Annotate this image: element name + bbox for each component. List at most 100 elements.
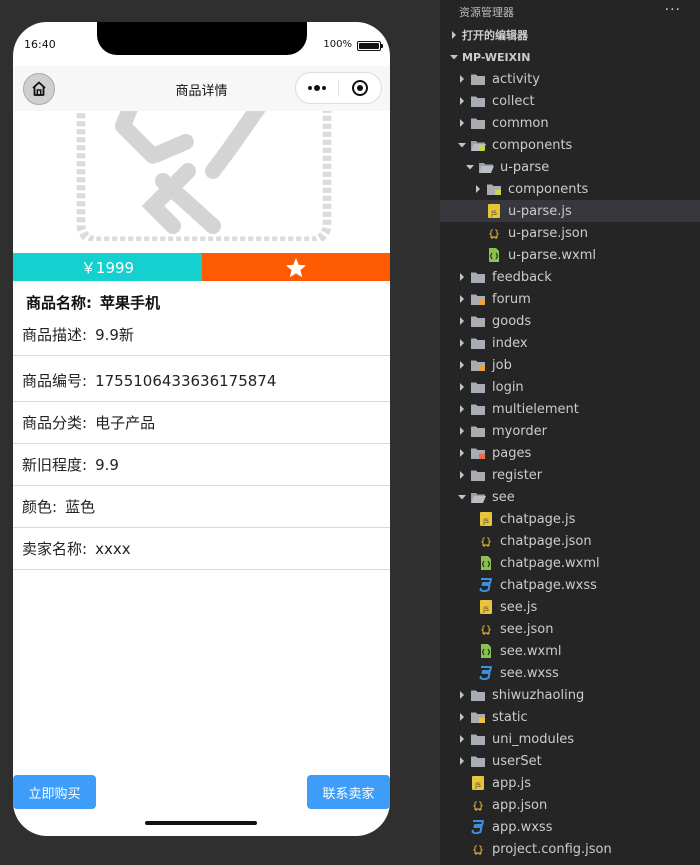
favorite-button[interactable] bbox=[202, 253, 390, 281]
chevron-right-icon bbox=[454, 361, 470, 369]
chevron-right-icon bbox=[470, 185, 486, 193]
capsule-menu bbox=[295, 72, 382, 104]
buy-now-button[interactable]: 立即购买 bbox=[13, 775, 96, 809]
file-item[interactable]: see.wxss bbox=[440, 662, 700, 684]
folder-item[interactable]: goods bbox=[440, 310, 700, 332]
detail-label: 新旧程度: bbox=[22, 456, 88, 474]
folder-item[interactable]: userSet bbox=[440, 750, 700, 772]
chevron-right-icon bbox=[454, 427, 470, 435]
price-bar: ￥1999 bbox=[13, 253, 390, 281]
folder-item[interactable]: register bbox=[440, 464, 700, 486]
chevron-right-icon bbox=[446, 31, 462, 39]
folder-item[interactable]: index bbox=[440, 332, 700, 354]
file-item[interactable]: JS u-parse.js bbox=[440, 200, 700, 222]
wxml-file-icon bbox=[478, 555, 494, 571]
chevron-down-icon bbox=[454, 141, 470, 149]
status-time: 16:40 bbox=[24, 38, 56, 51]
detail-value: 1755106433636175874 bbox=[95, 371, 277, 390]
detail-label: 颜色: bbox=[22, 498, 58, 516]
file-item[interactable]: chatpage.wxml bbox=[440, 552, 700, 574]
tree-item-label: common bbox=[492, 115, 549, 131]
svg-text:{}: {} bbox=[472, 801, 484, 812]
more-menu-button[interactable] bbox=[296, 73, 338, 103]
folder-item[interactable]: common bbox=[440, 112, 700, 134]
file-item[interactable]: JS see.js bbox=[440, 596, 700, 618]
file-item[interactable]: {} see.json bbox=[440, 618, 700, 640]
folder-item[interactable]: activity bbox=[440, 68, 700, 90]
file-item[interactable]: {} u-parse.json bbox=[440, 222, 700, 244]
folder-item[interactable]: u-parse bbox=[440, 156, 700, 178]
folder-item[interactable]: job bbox=[440, 354, 700, 376]
wxss-file-icon bbox=[470, 819, 486, 835]
wxss-file-icon bbox=[478, 577, 494, 593]
folder-item[interactable]: collect bbox=[440, 90, 700, 112]
static-folder-icon bbox=[470, 709, 486, 725]
target-icon bbox=[352, 80, 368, 96]
folder-icon bbox=[470, 687, 486, 703]
folder-item[interactable]: feedback bbox=[440, 266, 700, 288]
tree-item-label: see bbox=[492, 489, 515, 505]
file-item[interactable]: {} chatpage.json bbox=[440, 530, 700, 552]
folder-item[interactable]: shiwuzhaoling bbox=[440, 684, 700, 706]
folder-item[interactable]: myorder bbox=[440, 420, 700, 442]
chevron-right-icon bbox=[454, 713, 470, 721]
file-item[interactable]: u-parse.wxml bbox=[440, 244, 700, 266]
image-placeholder-icon bbox=[76, 111, 332, 241]
tree-item-label: see.json bbox=[500, 621, 554, 637]
close-miniprogram-button[interactable] bbox=[339, 73, 381, 103]
tree-item-label: app.json bbox=[492, 797, 548, 813]
chevron-down-icon bbox=[462, 163, 478, 171]
folder-icon bbox=[470, 731, 486, 747]
folder-open-icon bbox=[470, 489, 486, 505]
svg-text:{}: {} bbox=[488, 229, 500, 240]
folder-item[interactable]: forum bbox=[440, 288, 700, 310]
job-folder-icon bbox=[470, 357, 486, 373]
file-item[interactable]: {} app.json bbox=[440, 794, 700, 816]
file-item[interactable]: JS app.js bbox=[440, 772, 700, 794]
project-section[interactable]: MP-WEIXIN bbox=[440, 46, 700, 68]
detail-label: 商品编号: bbox=[22, 372, 88, 390]
folder-icon bbox=[470, 753, 486, 769]
chevron-right-icon bbox=[454, 757, 470, 765]
svg-text:JS: JS bbox=[482, 518, 489, 525]
folder-item[interactable]: components bbox=[440, 134, 700, 156]
contact-seller-button[interactable]: 联系卖家 bbox=[307, 775, 390, 809]
file-item[interactable]: see.wxml bbox=[440, 640, 700, 662]
tree-item-label: components bbox=[508, 181, 589, 197]
svg-text:{}: {} bbox=[480, 625, 492, 636]
tree-item-label: shiwuzhaoling bbox=[492, 687, 585, 703]
folder-item[interactable]: see bbox=[440, 486, 700, 508]
battery-percent: 100% bbox=[323, 39, 352, 50]
chevron-right-icon bbox=[454, 97, 470, 105]
file-item[interactable]: app.wxss bbox=[440, 816, 700, 838]
file-item[interactable]: chatpage.wxss bbox=[440, 574, 700, 596]
file-explorer-panel: 资源管理器 ··· 打开的编辑器 MP-WEIXIN activity colle… bbox=[440, 0, 700, 865]
components-folder-icon bbox=[486, 181, 502, 197]
detail-value: 蓝色 bbox=[65, 498, 96, 516]
file-item[interactable]: {} project.config.json bbox=[440, 838, 700, 860]
folder-icon bbox=[470, 467, 486, 483]
detail-row-seller: 卖家名称: xxxx bbox=[13, 528, 390, 570]
tree-item-label: u-parse.wxml bbox=[508, 247, 596, 263]
chevron-right-icon bbox=[454, 317, 470, 325]
more-dots-icon bbox=[308, 85, 326, 91]
folder-item[interactable]: static bbox=[440, 706, 700, 728]
folder-item[interactable]: login bbox=[440, 376, 700, 398]
tree-item-label: components bbox=[492, 137, 573, 153]
file-item[interactable]: JS chatpage.js bbox=[440, 508, 700, 530]
components-folder-open-icon bbox=[470, 137, 486, 153]
folder-item[interactable]: pages bbox=[440, 442, 700, 464]
tree-item-label: feedback bbox=[492, 269, 552, 285]
wxss-file-icon bbox=[478, 665, 494, 681]
svg-text:{}: {} bbox=[480, 537, 492, 548]
folder-item[interactable]: components bbox=[440, 178, 700, 200]
chevron-right-icon bbox=[454, 735, 470, 743]
detail-value: 9.9 bbox=[95, 455, 119, 474]
tree-item-label: collect bbox=[492, 93, 535, 109]
open-editors-section[interactable]: 打开的编辑器 bbox=[440, 24, 700, 46]
folder-item[interactable]: multielement bbox=[440, 398, 700, 420]
json-file-icon: {} bbox=[486, 225, 502, 241]
more-actions-button[interactable]: ··· bbox=[665, 2, 681, 18]
folder-item[interactable]: uni_modules bbox=[440, 728, 700, 750]
tree-item-label: myorder bbox=[492, 423, 548, 439]
